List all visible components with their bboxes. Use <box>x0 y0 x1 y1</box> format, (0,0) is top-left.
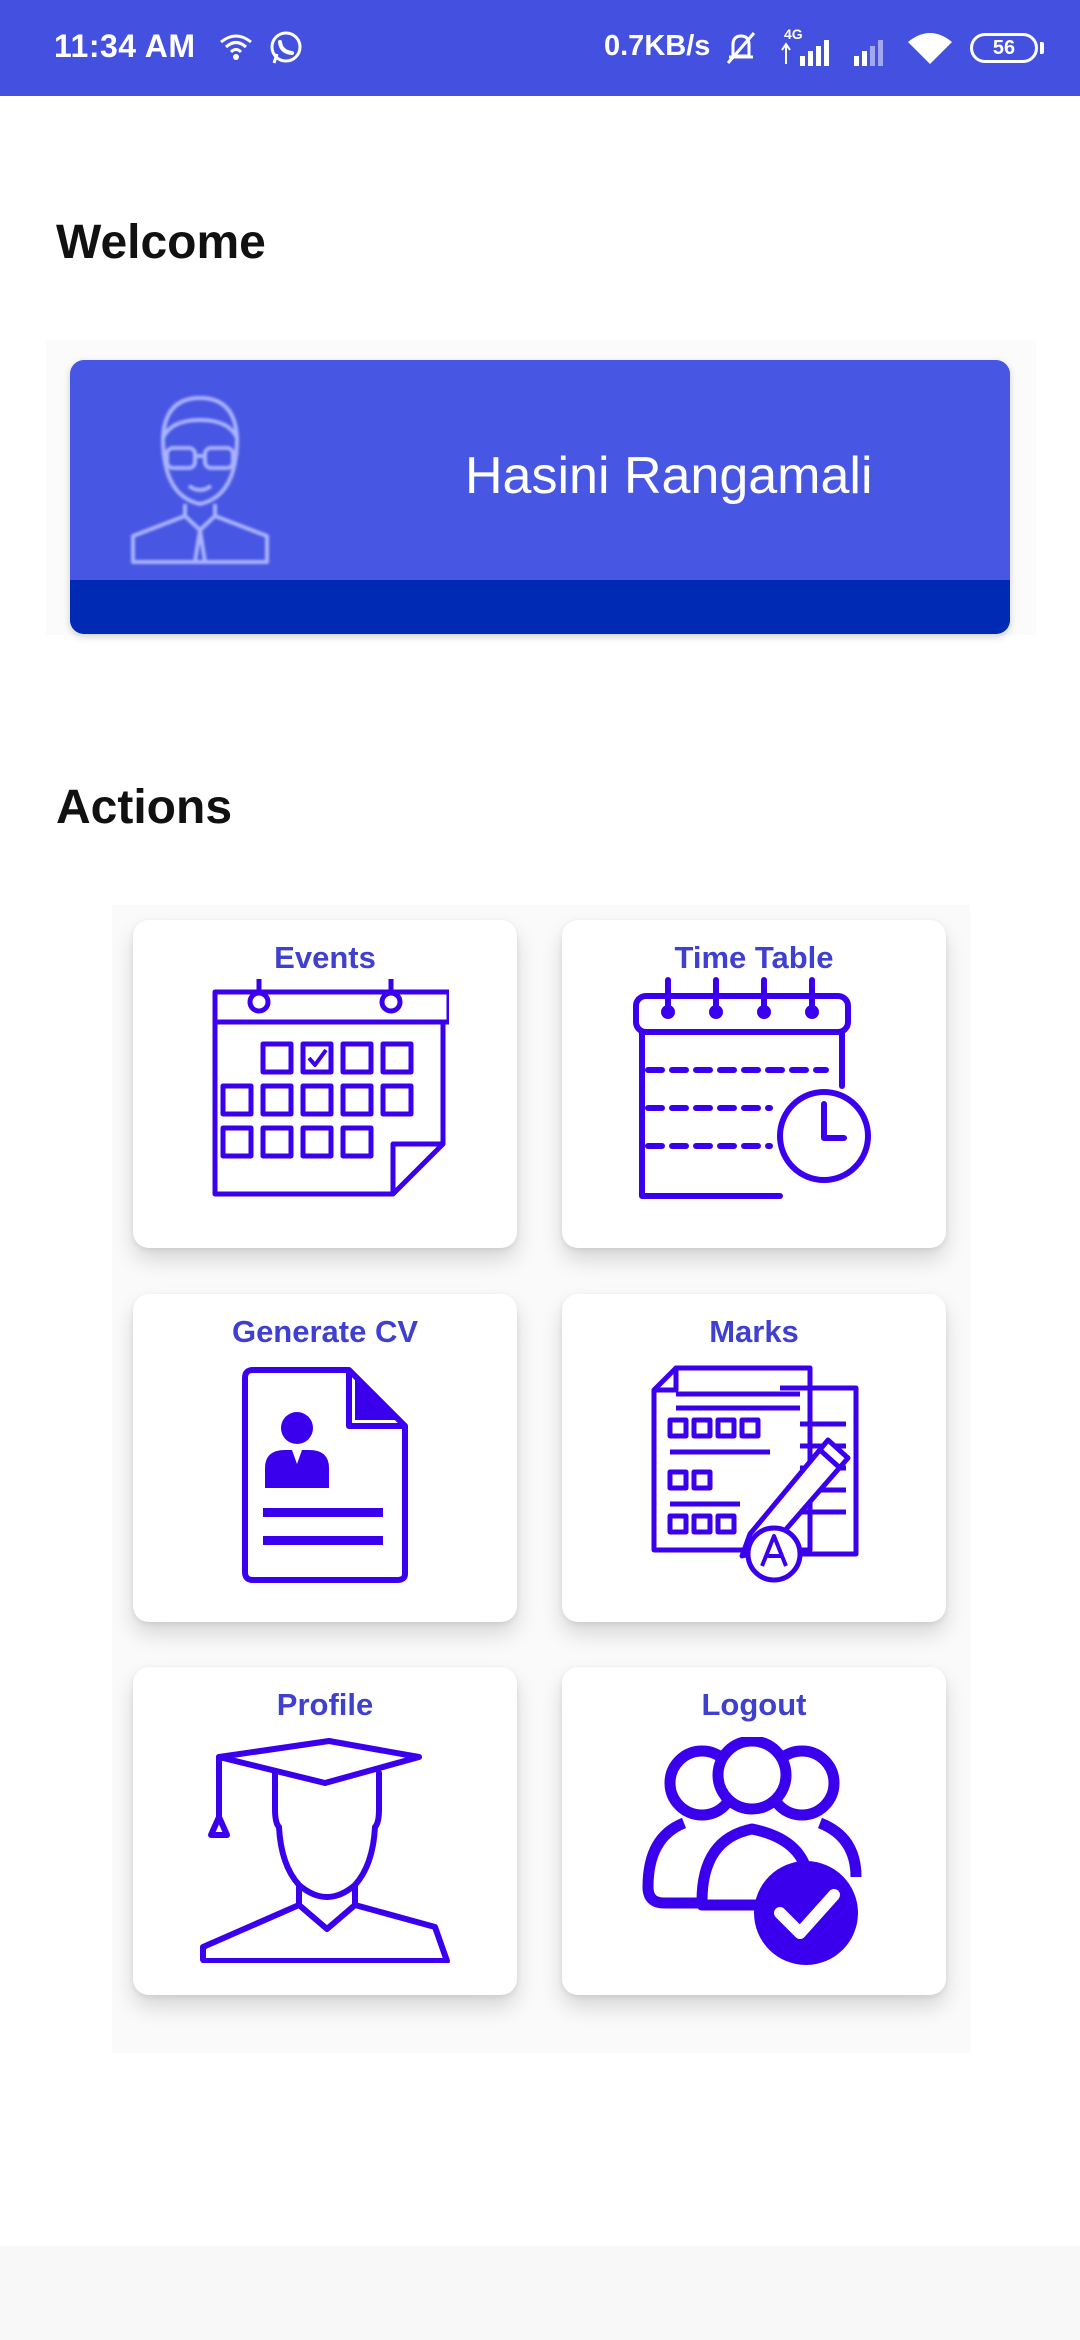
profile-label: Profile <box>276 1687 374 1722</box>
generate-cv-button[interactable]: Generate CV <box>133 1294 517 1622</box>
actions-title: Actions <box>56 781 233 834</box>
events-button[interactable]: Events <box>133 920 517 1248</box>
status-time: 11:34 AM <box>54 28 196 64</box>
events-label: Events <box>274 940 376 975</box>
logout-label: Logout <box>701 1687 807 1722</box>
signal-icon <box>781 40 829 66</box>
calendar-icon <box>212 979 449 1197</box>
user-avatar-icon <box>131 396 269 564</box>
mute-bell-icon <box>726 32 756 64</box>
battery-icon: 56 <box>970 33 1038 63</box>
timetable-button[interactable]: Time Table <box>562 920 946 1248</box>
logout-button[interactable]: Logout <box>562 1667 946 1995</box>
status-bar: 11:34 AM 0.7KB/s 4G 56 <box>0 0 1080 96</box>
generate-cv-label: Generate CV <box>231 1314 419 1349</box>
graduate-icon <box>200 1738 450 1963</box>
battery-nub <box>1040 42 1044 54</box>
wifi-icon <box>908 33 952 64</box>
timetable-clock-icon <box>633 977 871 1199</box>
timetable-label: Time Table <box>674 940 834 975</box>
signal-icon <box>854 40 883 66</box>
marks-label: Marks <box>709 1314 799 1349</box>
profile-button[interactable]: Profile <box>133 1667 517 1995</box>
profile-card-strip <box>70 580 1010 634</box>
cv-document-icon <box>242 1367 408 1583</box>
bottom-bar <box>0 2246 1080 2340</box>
wifi-calling-icon <box>220 34 252 60</box>
profile-card[interactable]: Hasini Rangamali <box>70 360 1010 634</box>
users-check-icon <box>642 1737 862 1965</box>
marks-button[interactable]: Marks <box>562 1294 946 1622</box>
user-name: Hasini Rangamali <box>465 447 873 505</box>
marks-sheet-icon <box>651 1365 859 1583</box>
whatsapp-icon <box>270 31 302 64</box>
network-speed: 0.7KB/s <box>604 30 711 62</box>
welcome-title: Welcome <box>56 216 266 269</box>
